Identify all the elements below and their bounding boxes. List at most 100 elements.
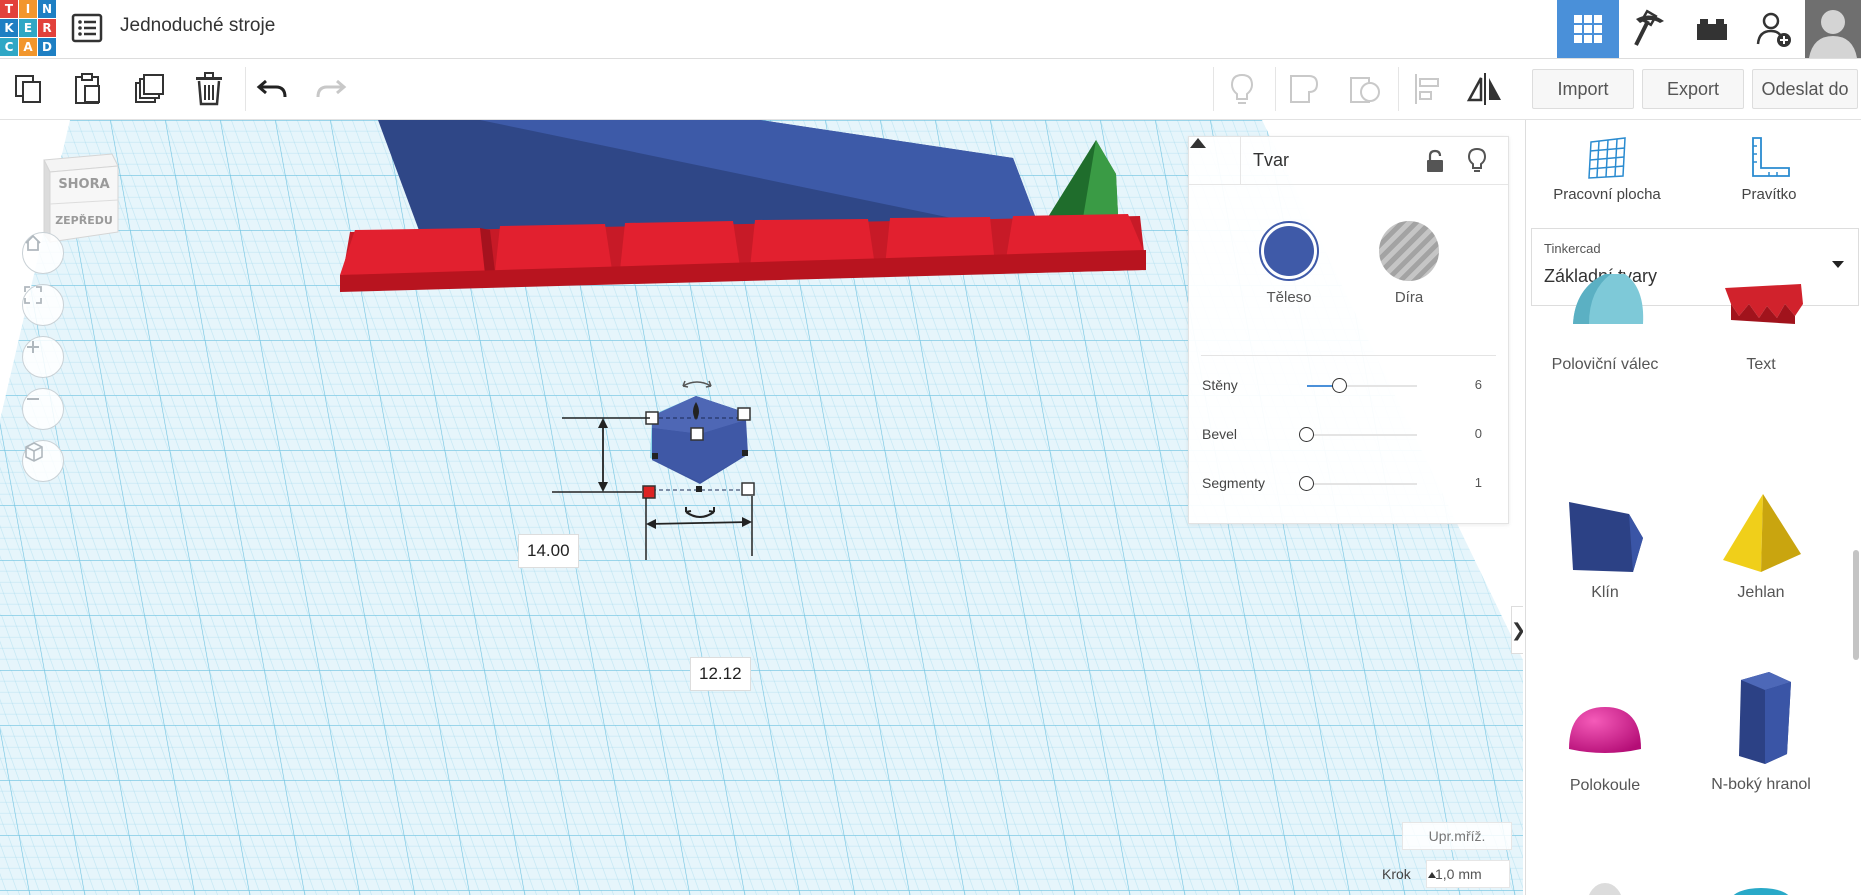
shape-item[interactable]: Klín <box>1530 492 1680 602</box>
toolbar-separator <box>245 67 246 111</box>
shapes-scrollbar[interactable] <box>1853 550 1859 660</box>
ungroup-icon[interactable] <box>1345 69 1385 109</box>
mirror-icon[interactable] <box>1465 69 1505 109</box>
tinkercad-logo[interactable]: T I N K E R C A D <box>0 0 56 56</box>
solid-color-swatch[interactable] <box>1259 221 1319 281</box>
height-handle[interactable] <box>690 427 704 441</box>
slider-knob[interactable] <box>1332 378 1347 393</box>
pyramid-icon <box>1723 494 1801 572</box>
ruler-button[interactable]: Pravítko <box>1704 136 1834 203</box>
perspective-icon[interactable] <box>22 440 64 482</box>
solid-label[interactable]: Těleso <box>1244 289 1334 306</box>
top-bar: T I N K E R C A D Jednoduché stroje <box>0 0 1861 59</box>
fit-view-icon[interactable] <box>22 284 64 326</box>
group-icon[interactable] <box>1284 69 1324 109</box>
shape-label: Polokoule <box>1569 777 1641 794</box>
panel-toggle-chevron-icon[interactable]: ❯ <box>1511 606 1523 654</box>
inspector-divider <box>1201 355 1496 356</box>
segments-slider[interactable] <box>1299 476 1417 491</box>
viewcube-top-label[interactable]: SHORA <box>58 177 109 192</box>
import-button[interactable]: Import <box>1532 69 1634 109</box>
solid-color-fill <box>1264 226 1314 276</box>
prop-value-bevel[interactable]: 0 <box>1475 426 1482 441</box>
export-button[interactable]: Export <box>1642 69 1744 109</box>
snap-step-select[interactable]: 1,0 mm <box>1426 860 1510 888</box>
add-user-icon[interactable] <box>1743 0 1805 58</box>
sides-slider[interactable] <box>1307 378 1417 393</box>
shape-item-partial[interactable] <box>1530 875 1680 895</box>
view-cube[interactable]: SHORA ZEPŘEDU <box>38 150 124 246</box>
library-source: Tinkercad <box>1544 241 1601 256</box>
resize-handle[interactable] <box>737 407 751 421</box>
show-notes-icon[interactable] <box>1222 69 1262 109</box>
viewcube-front-label[interactable]: ZEPŘEDU <box>55 214 113 227</box>
logo-letter: N <box>38 0 56 18</box>
paraboloid-shape-icon <box>1733 888 1789 895</box>
top-right-nav <box>1557 0 1861 58</box>
edit-grid-button[interactable]: Upr.mříž. <box>1402 822 1512 850</box>
hole-swatch[interactable] <box>1379 221 1439 281</box>
paste-icon[interactable] <box>68 69 108 109</box>
undo-icon[interactable] <box>252 69 292 109</box>
snap-step-value: 1,0 mm <box>1435 866 1482 882</box>
half-sphere-icon <box>1569 707 1641 753</box>
shape-label: Jehlan <box>1737 584 1785 601</box>
lock-icon[interactable] <box>1423 149 1447 173</box>
shape-inspector-panel: Tvar Těleso Díra Stěny 6 Bevel 0 Segment… <box>1188 136 1509 524</box>
inspector-header: Tvar <box>1189 137 1508 185</box>
redo-icon[interactable] <box>311 69 351 109</box>
workplane-3d-view[interactable]: SHORA ZEPŘEDU 14.00 12.12 Tvar Těleso Dí… <box>0 120 1523 895</box>
slider-knob[interactable] <box>1299 427 1314 442</box>
home-view-icon[interactable] <box>22 232 64 274</box>
shape-item[interactable]: Poloviční válec <box>1530 268 1680 374</box>
logo-letter: C <box>0 38 18 56</box>
logo-letter: D <box>38 38 56 56</box>
workplane-icon <box>1588 137 1626 179</box>
align-icon[interactable] <box>1407 69 1447 109</box>
design-title[interactable]: Jednoduché stroje <box>120 15 275 37</box>
height-dimension-label[interactable]: 14.00 <box>518 534 579 568</box>
toolbar-separator <box>1398 67 1399 111</box>
shape-item[interactable]: Jehlan <box>1686 492 1836 602</box>
zoom-in-icon[interactable] <box>22 336 64 378</box>
grid-view-icon[interactable] <box>1557 0 1619 58</box>
inspector-title: Tvar <box>1253 150 1289 170</box>
width-dimension-label[interactable]: 12.12 <box>690 657 751 691</box>
egg-shape-icon <box>1588 883 1622 895</box>
shape-item-partial[interactable] <box>1686 880 1836 895</box>
ruler-icon <box>1752 137 1790 177</box>
snap-step-label: Krok <box>1382 866 1411 882</box>
shape-item[interactable]: N-boký hranol <box>1686 668 1836 794</box>
user-avatar[interactable] <box>1805 0 1861 58</box>
shapes-panel: Pracovní plocha Pravítko Tinkercad Zákla… <box>1525 120 1861 895</box>
workplane-button[interactable]: Pracovní plocha <box>1542 136 1672 203</box>
prop-value-segments[interactable]: 1 <box>1475 475 1482 490</box>
resize-handle-active[interactable] <box>642 485 656 499</box>
chevron-down-icon <box>1832 261 1844 268</box>
collapse-inspector-button[interactable] <box>1189 137 1241 185</box>
prop-value-sides[interactable]: 6 <box>1475 377 1482 392</box>
copy-icon[interactable] <box>9 69 49 109</box>
design-list-icon[interactable] <box>70 12 104 44</box>
send-to-button[interactable]: Odeslat do <box>1752 69 1858 109</box>
bevel-slider[interactable] <box>1299 427 1417 442</box>
caret-up-icon <box>1190 138 1206 148</box>
lightbulb-icon[interactable] <box>1465 147 1489 173</box>
zoom-out-icon[interactable] <box>22 388 64 430</box>
prop-label-sides: Stěny <box>1202 377 1238 393</box>
duplicate-icon[interactable] <box>130 69 170 109</box>
pickaxe-icon[interactable] <box>1619 0 1681 58</box>
bricks-icon[interactable] <box>1681 0 1743 58</box>
corner-marker <box>742 450 748 456</box>
hole-label[interactable]: Díra <box>1364 289 1454 306</box>
slider-knob[interactable] <box>1299 476 1314 491</box>
logo-letter: R <box>38 19 56 37</box>
resize-handle[interactable] <box>741 482 755 496</box>
toolbar-separator <box>1213 67 1214 111</box>
corner-marker <box>652 453 658 459</box>
delete-icon[interactable] <box>189 69 229 109</box>
shape-item[interactable]: Text <box>1686 268 1836 374</box>
shape-label: Poloviční válec <box>1551 356 1659 373</box>
shape-item[interactable]: Polokoule <box>1530 685 1680 795</box>
logo-letter: T <box>0 0 18 18</box>
